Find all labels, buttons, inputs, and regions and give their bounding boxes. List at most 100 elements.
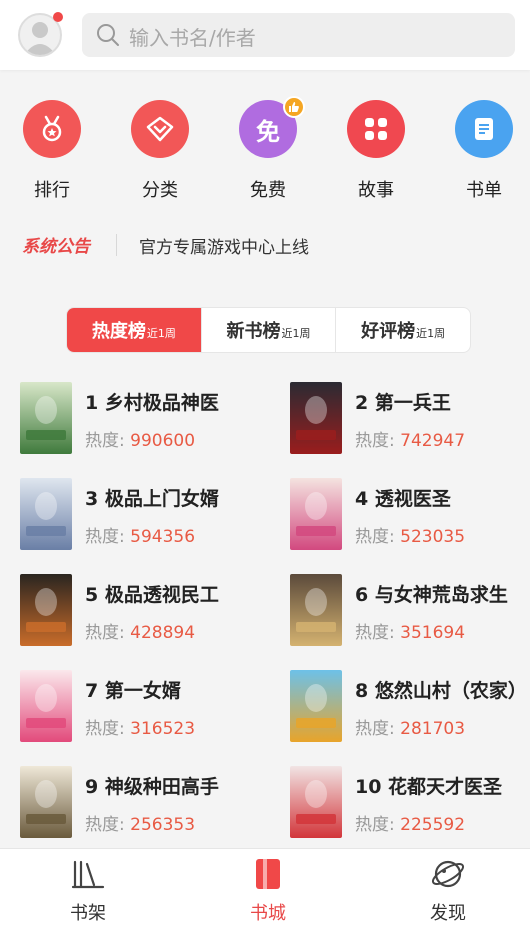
heat-value: 256353	[130, 815, 196, 835]
list-icon	[455, 100, 513, 158]
notice-text[interactable]: 官方专属游戏中心上线	[139, 233, 309, 258]
heat-label: 热度:	[355, 815, 401, 835]
medal-icon	[23, 100, 81, 158]
heat-value: 428894	[130, 623, 196, 643]
nav-discover[interactable]: 发现	[398, 857, 498, 925]
notice-logo: 系统公告	[22, 237, 90, 257]
book-cover[interactable]	[20, 382, 72, 454]
category-story[interactable]: 故事	[336, 100, 416, 210]
free-icon-text: 免	[256, 117, 280, 146]
bookshelf-icon	[38, 857, 138, 891]
book-cover[interactable]	[290, 574, 342, 646]
heat-label: 热度:	[85, 815, 131, 835]
header: 输入书名/作者	[0, 0, 530, 70]
category-free[interactable]: 免 免费	[228, 96, 308, 210]
tab-label: 热度榜	[91, 321, 146, 342]
book-cover[interactable]	[290, 382, 342, 454]
book-heat: 热度: 742947	[355, 426, 465, 451]
search-icon	[97, 24, 119, 46]
planet-icon	[398, 857, 498, 891]
book-heat: 热度: 281703	[355, 714, 465, 739]
diamond-icon	[131, 100, 189, 158]
heat-value: 990600	[130, 431, 196, 451]
search-input[interactable]: 输入书名/作者	[82, 13, 515, 57]
book-heat: 热度: 225592	[355, 810, 465, 835]
tab-hot[interactable]: 热度榜 近1周	[67, 308, 202, 352]
book-item[interactable]: 7 第一女婿 热度: 316523	[20, 670, 275, 750]
heat-label: 热度:	[85, 623, 131, 643]
nav-bookstore[interactable]: 书城	[218, 857, 318, 925]
book-title: 5 极品透视民工	[85, 584, 219, 606]
tab-new[interactable]: 新书榜 近1周	[202, 308, 337, 352]
nav-label: 书架	[70, 903, 106, 924]
book-title: 1 乡村极品神医	[85, 392, 219, 414]
book-cover[interactable]	[290, 670, 342, 742]
thumbs-up-icon	[283, 96, 305, 118]
heat-value: 594356	[130, 527, 196, 547]
book-title: 10 花都天才医圣	[355, 776, 503, 798]
nav-bookshelf[interactable]: 书架	[38, 857, 138, 925]
tab-sub: 近1周	[416, 327, 446, 340]
grid-icon	[347, 100, 405, 158]
heat-label: 热度:	[85, 527, 131, 547]
book-item[interactable]: 8 悠然山村（农家） 热度: 281703	[290, 670, 530, 750]
free-icon: 免	[239, 96, 305, 158]
category-label: 排行	[34, 180, 70, 201]
book-title: 6 与女神荒岛求生	[355, 584, 508, 606]
tab-sub: 近1周	[281, 327, 311, 340]
book-title: 2 第一兵王	[355, 392, 451, 414]
category-label: 故事	[358, 180, 394, 201]
category-classify[interactable]: 分类	[120, 100, 200, 210]
book-cover[interactable]	[20, 766, 72, 838]
book-item[interactable]: 9 神级种田高手 热度: 256353	[20, 766, 275, 846]
app-page: 输入书名/作者 排行 分类 免 免费 故事 书单 系统公告 官方专属游戏中心上线…	[0, 0, 530, 925]
nav-label: 发现	[430, 903, 466, 924]
book-heat: 热度: 256353	[85, 810, 195, 835]
search-placeholder: 输入书名/作者	[129, 26, 256, 50]
heat-value: 742947	[400, 431, 466, 451]
category-booklist[interactable]: 书单	[444, 100, 524, 210]
notification-dot	[53, 12, 63, 22]
book-item[interactable]: 10 花都天才医圣 热度: 225592	[290, 766, 530, 846]
book-heat: 热度: 523035	[355, 522, 465, 547]
book-heat: 热度: 316523	[85, 714, 195, 739]
category-label: 免费	[250, 180, 286, 201]
category-label: 书单	[466, 180, 502, 201]
tab-label: 新书榜	[226, 321, 281, 342]
book-heat: 热度: 428894	[85, 618, 195, 643]
heat-value: 281703	[400, 719, 466, 739]
tab-rating[interactable]: 好评榜 近1周	[336, 308, 470, 352]
book-title: 7 第一女婿	[85, 680, 181, 702]
heat-label: 热度:	[85, 719, 131, 739]
tab-sub: 近1周	[146, 327, 176, 340]
nav-label: 书城	[250, 903, 286, 924]
book-cover[interactable]	[20, 670, 72, 742]
tab-label: 好评榜	[361, 321, 416, 342]
book-heat: 热度: 594356	[85, 522, 195, 547]
book-item[interactable]: 5 极品透视民工 热度: 428894	[20, 574, 275, 654]
divider	[116, 234, 117, 256]
book-item[interactable]: 4 透视医圣 热度: 523035	[290, 478, 530, 558]
heat-value: 523035	[400, 527, 466, 547]
book-item[interactable]: 6 与女神荒岛求生 热度: 351694	[290, 574, 530, 654]
book-title: 4 透视医圣	[355, 488, 451, 510]
book-item[interactable]: 2 第一兵王 热度: 742947	[290, 382, 530, 462]
book-cover[interactable]	[290, 766, 342, 838]
bottom-nav: 书架 书城 发现	[0, 848, 530, 925]
heat-label: 热度:	[355, 527, 401, 547]
book-title: 3 极品上门女婿	[85, 488, 219, 510]
heat-label: 热度:	[85, 431, 131, 451]
category-ranking[interactable]: 排行	[12, 100, 92, 210]
ranking-tabs: 热度榜 近1周 新书榜 近1周 好评榜 近1周	[66, 307, 471, 353]
book-cover[interactable]	[290, 478, 342, 550]
heat-label: 热度:	[355, 431, 401, 451]
book-heat: 热度: 351694	[355, 618, 465, 643]
category-label: 分类	[142, 180, 178, 201]
book-cover[interactable]	[20, 574, 72, 646]
book-heat: 热度: 990600	[85, 426, 195, 451]
heat-value: 225592	[400, 815, 466, 835]
book-cover[interactable]	[20, 478, 72, 550]
heat-label: 热度:	[355, 623, 401, 643]
book-item[interactable]: 3 极品上门女婿 热度: 594356	[20, 478, 275, 558]
book-item[interactable]: 1 乡村极品神医 热度: 990600	[20, 382, 275, 462]
